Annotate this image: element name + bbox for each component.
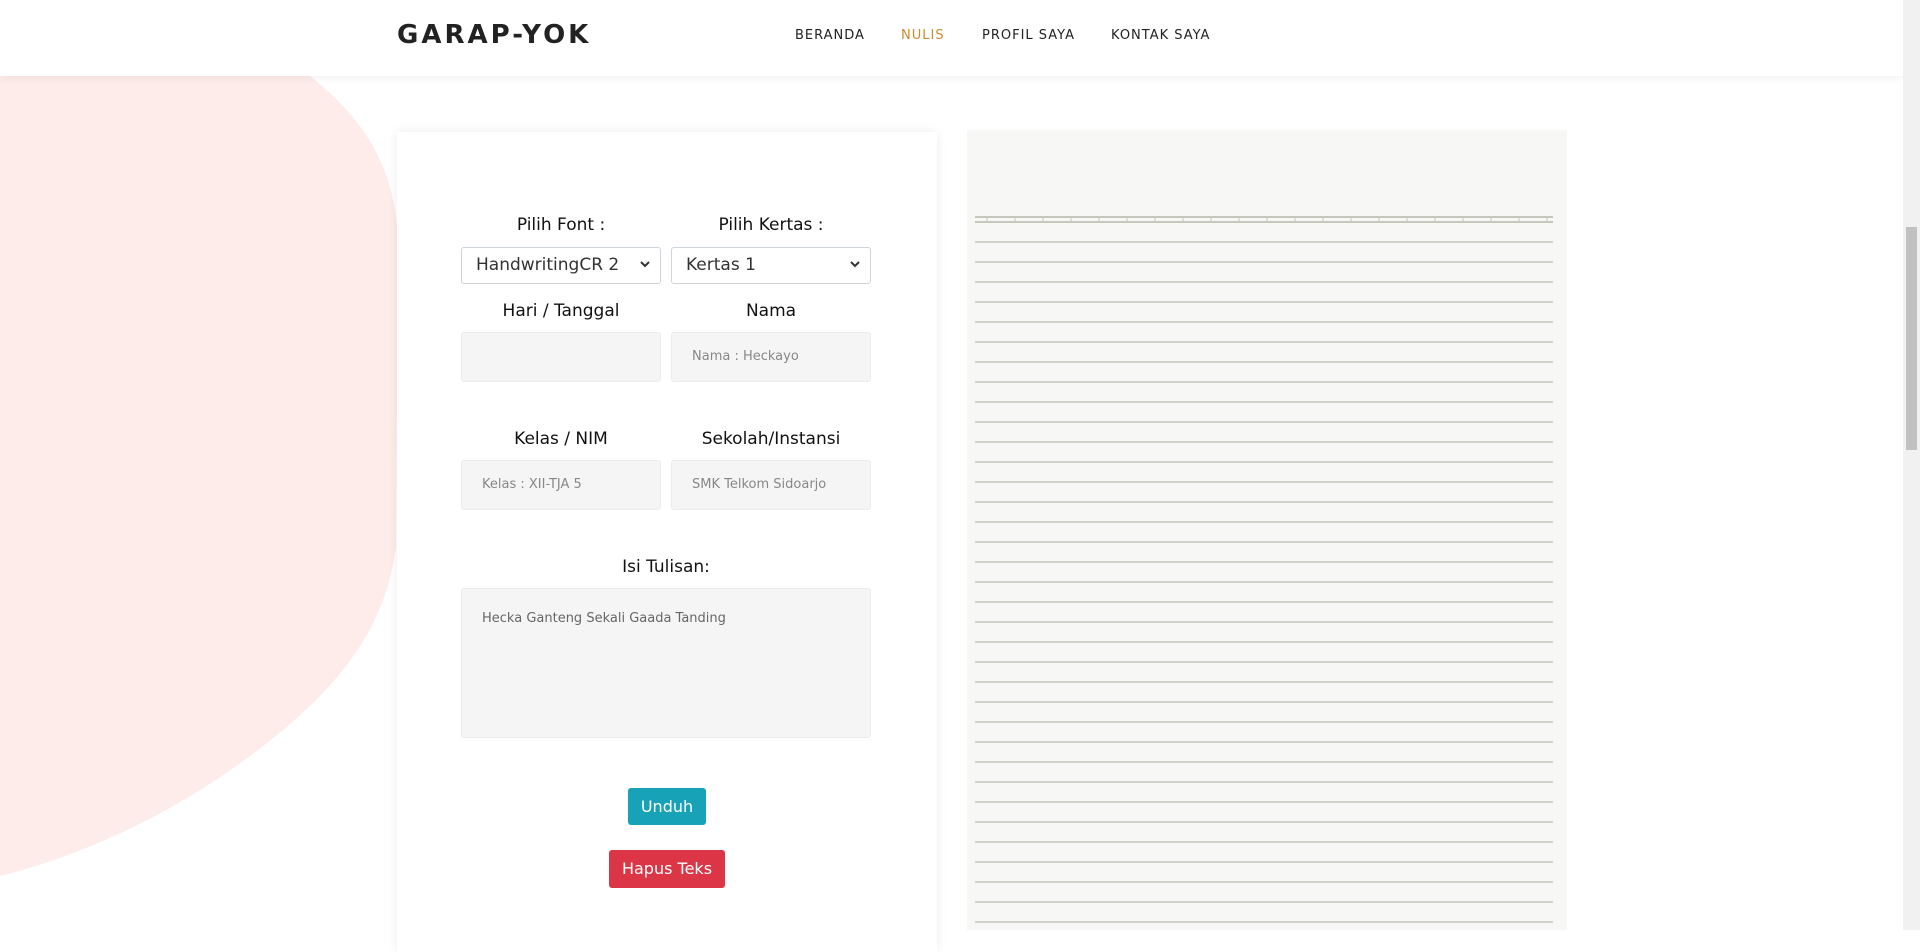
class-input[interactable]: Kelas : XII-TJA 5 xyxy=(461,460,661,510)
school-input[interactable]: SMK Telkom Sidoarjo xyxy=(671,460,871,510)
font-label: Pilih Font : xyxy=(516,215,606,235)
background-blob xyxy=(0,76,399,876)
top-navbar: GARAP-YOK BERANDA NULIS PROFIL SAYA KONT… xyxy=(0,0,1903,76)
page-scrollbar[interactable] xyxy=(1903,0,1920,930)
nav-item-profil-saya[interactable]: PROFIL SAYA xyxy=(982,28,1075,43)
nav-item-nulis[interactable]: NULIS xyxy=(901,28,945,43)
clear-text-button[interactable]: Hapus Teks xyxy=(609,850,725,888)
content-label: Isi Tulisan: xyxy=(622,557,710,577)
content-textarea[interactable]: Hecka Ganteng Sekali Gaada Tanding xyxy=(461,588,871,738)
download-button[interactable]: Unduh xyxy=(628,788,706,825)
font-select-value: HandwritingCR 2 xyxy=(476,255,620,275)
scrollbar-thumb[interactable] xyxy=(1906,227,1917,450)
paper-label: Pilih Kertas : xyxy=(718,215,824,235)
class-label: Kelas / NIM xyxy=(514,429,608,449)
writing-form-card: Pilih Font : Pilih Kertas : HandwritingC… xyxy=(397,132,937,952)
paper-preview xyxy=(967,130,1567,930)
date-input[interactable] xyxy=(461,332,661,382)
brand-logo[interactable]: GARAP-YOK xyxy=(397,20,591,50)
date-label: Hari / Tanggal xyxy=(502,301,620,321)
font-select[interactable]: HandwritingCR 2 xyxy=(461,247,661,284)
chevron-down-icon xyxy=(640,261,650,268)
chevron-down-icon xyxy=(850,261,860,268)
school-label: Sekolah/Instansi xyxy=(701,429,841,449)
nav-item-kontak-saya[interactable]: KONTAK SAYA xyxy=(1111,28,1210,43)
name-input[interactable]: Nama : Heckayo xyxy=(671,332,871,382)
lined-paper-image xyxy=(975,216,1553,923)
nav-item-beranda[interactable]: BERANDA xyxy=(795,28,865,43)
paper-select-value: Kertas 1 xyxy=(686,255,756,275)
name-label: Nama xyxy=(745,301,797,321)
paper-select[interactable]: Kertas 1 xyxy=(671,247,871,284)
